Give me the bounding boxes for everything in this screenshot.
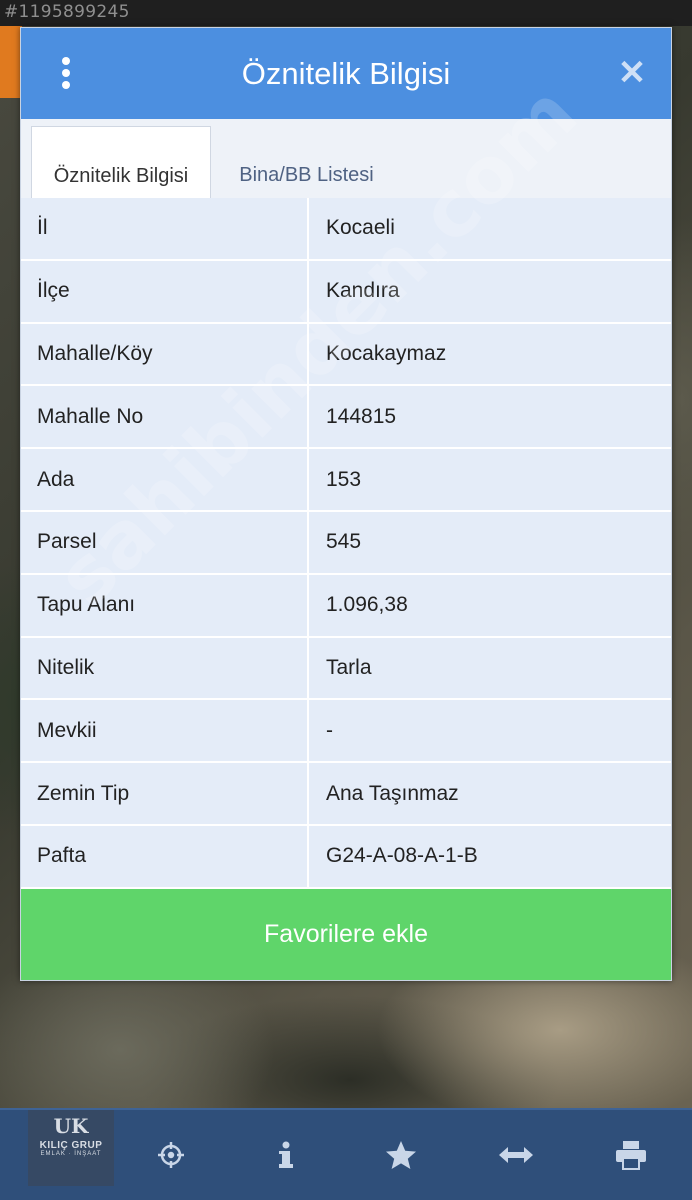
add-to-favorites-button[interactable]: Favorilere ekle — [21, 889, 671, 980]
row-label: Tapu Alanı — [21, 574, 309, 636]
attribute-table: İl Kocaeli İlçe Kandıra Mahalle/Köy Koca… — [21, 198, 671, 889]
table-row: Ada 153 — [21, 449, 671, 512]
listing-id: #1195899245 — [4, 2, 130, 22]
row-value: G24-A-08-A-1-B — [326, 844, 478, 868]
row-label: İlçe — [21, 260, 309, 322]
star-icon[interactable] — [376, 1130, 426, 1180]
table-row: Tapu Alanı 1.096,38 — [21, 574, 671, 638]
crosshair-icon[interactable] — [146, 1130, 196, 1180]
dialog-title: Öznitelik Bilgisi — [241, 56, 451, 91]
row-label: Zemin Tip — [21, 763, 309, 824]
listing-id-bar: #1195899245 — [0, 0, 692, 26]
row-value: Tarla — [326, 655, 372, 679]
more-vertical-icon[interactable] — [51, 52, 81, 94]
logo-name: KILIÇ GRUP — [39, 1140, 103, 1151]
row-label: Mahalle/Köy — [21, 323, 309, 385]
table-row: İlçe Kandıra — [21, 260, 671, 324]
row-value: Kocaeli — [326, 216, 395, 240]
dialog-header: Öznitelik Bilgisi ✕ — [21, 28, 671, 119]
row-label: Pafta — [21, 825, 309, 887]
row-value: 144815 — [326, 404, 397, 428]
orange-side-strip — [0, 26, 22, 98]
row-label: İl — [21, 198, 309, 259]
row-value: Ana Taşınmaz — [326, 781, 459, 805]
row-value: 545 — [326, 530, 362, 554]
row-label: Ada — [21, 449, 309, 510]
row-label: Mahalle No — [21, 386, 309, 448]
table-row: İl Kocaeli — [21, 198, 671, 261]
printer-icon[interactable] — [606, 1130, 656, 1180]
table-row: Zemin Tip Ana Taşınmaz — [21, 763, 671, 826]
table-row: Mahalle No 144815 — [21, 386, 671, 450]
info-icon[interactable] — [261, 1130, 311, 1180]
row-value: 1.096,38 — [326, 593, 408, 617]
row-value: Kandıra — [326, 279, 400, 303]
attribute-info-dialog: Öznitelik Bilgisi ✕ Öznitelik Bilgisi Bi… — [20, 27, 672, 981]
table-row: Pafta G24-A-08-A-1-B — [21, 825, 671, 889]
table-row: Parsel 545 — [21, 511, 671, 575]
table-row: Mevkii - — [21, 700, 671, 764]
logo-subtitle: EMLAK · İNŞAAT — [40, 1151, 102, 1157]
row-label: Mevkii — [21, 700, 309, 762]
horizontal-arrows-icon[interactable] — [491, 1130, 541, 1180]
row-value: - — [326, 718, 333, 742]
logo-mark: UK — [53, 1114, 89, 1138]
row-value: Kocakaymaz — [326, 341, 447, 365]
close-icon[interactable]: ✕ — [617, 56, 647, 90]
table-row: Mahalle/Köy Kocakaymaz — [21, 323, 671, 387]
row-value: 153 — [326, 467, 362, 491]
row-label: Nitelik — [21, 637, 309, 699]
kilic-grup-logo: UK KILIÇ GRUP EMLAK · İNŞAAT — [28, 1110, 114, 1186]
table-row: Nitelik Tarla — [21, 637, 671, 701]
row-label: Parsel — [21, 511, 309, 573]
